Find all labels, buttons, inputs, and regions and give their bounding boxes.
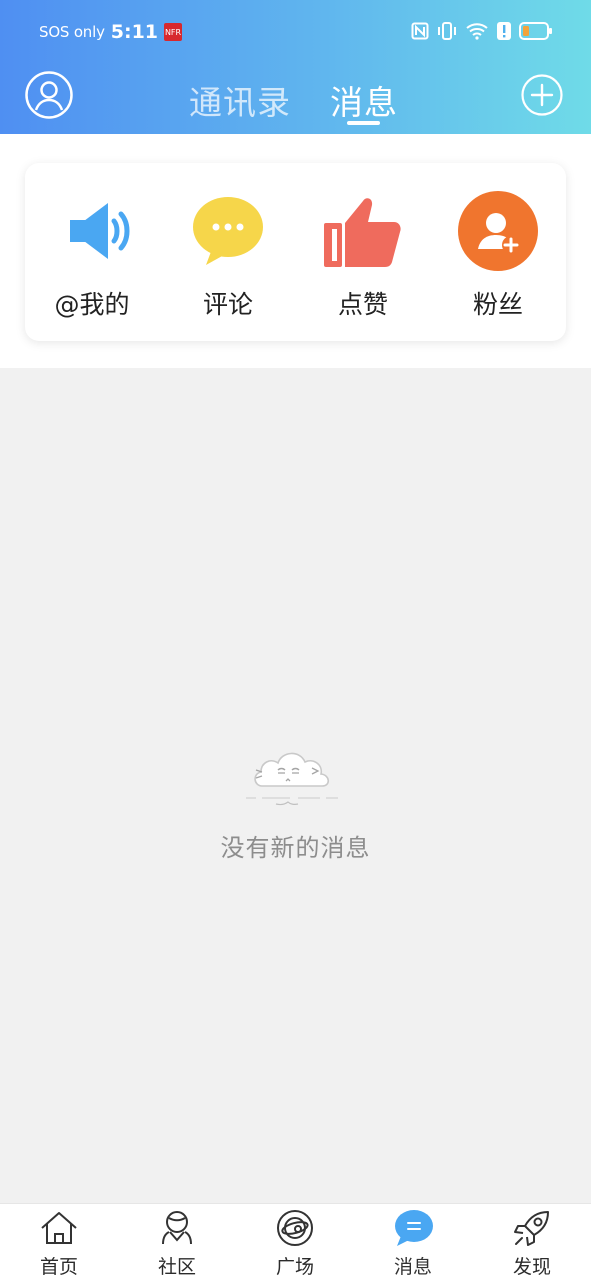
quick-action-label: 点赞 <box>337 290 388 319</box>
megaphone-icon <box>50 189 134 273</box>
tab-contacts[interactable]: 通讯录 <box>189 76 291 124</box>
quick-action-fans[interactable]: 粉丝 <box>438 189 558 319</box>
add-circle-icon <box>521 74 563 116</box>
nav-label: 社区 <box>157 1256 196 1278</box>
quick-action-likes[interactable]: 点赞 <box>303 189 423 319</box>
community-icon <box>155 1206 199 1250</box>
quick-action-comments[interactable]: 评论 <box>168 189 288 319</box>
sleepy-cloud-icon <box>242 734 348 810</box>
planet-icon <box>273 1206 317 1250</box>
header: SOS only 5:11 NFR 通讯录 消息 <box>0 0 591 134</box>
tab-messages[interactable]: 消息 <box>330 76 398 124</box>
vibrate-icon <box>437 21 457 41</box>
empty-state-text: 没有新的消息 <box>220 834 371 862</box>
wifi-icon <box>465 22 489 40</box>
nav-label: 广场 <box>275 1256 314 1278</box>
nav-label: 首页 <box>39 1256 78 1278</box>
quick-action-label: @我的 <box>54 290 130 319</box>
nav-label: 发现 <box>512 1256 551 1278</box>
nav-item-community[interactable]: 社区 <box>132 1206 222 1280</box>
home-icon <box>37 1206 81 1250</box>
nfr-badge: NFR <box>164 23 183 41</box>
status-bar: SOS only 5:11 NFR <box>0 0 591 66</box>
quick-action-label: 评论 <box>202 290 253 319</box>
message-icon <box>391 1206 435 1250</box>
active-tab-indicator <box>347 121 380 125</box>
rocket-icon <box>510 1206 554 1250</box>
time-text: 5:11 <box>110 21 159 43</box>
battery-alert-icon <box>497 22 511 40</box>
nav-label: 消息 <box>393 1256 432 1278</box>
thumbs-up-icon <box>321 189 405 273</box>
carrier-text: SOS only <box>39 23 105 41</box>
quick-action-label: 粉丝 <box>472 290 523 319</box>
nav-item-discover[interactable]: 发现 <box>487 1206 577 1280</box>
quick-actions-card: @我的 评论 点赞 粉丝 <box>25 163 566 341</box>
quick-action-mentions[interactable]: @我的 <box>32 189 152 319</box>
nfc-icon <box>411 22 429 40</box>
bottom-navigation: 首页 社区 广场 消息 发现 <box>0 1203 591 1280</box>
status-right <box>411 21 553 41</box>
add-user-icon <box>456 189 540 273</box>
add-button[interactable] <box>521 74 563 116</box>
nav-item-messages[interactable]: 消息 <box>368 1206 458 1280</box>
battery-icon <box>519 22 553 40</box>
chat-bubble-icon <box>186 189 270 273</box>
status-left: SOS only 5:11 NFR <box>39 21 183 43</box>
nav-item-plaza[interactable]: 广场 <box>250 1206 340 1280</box>
header-tabs: 通讯录 消息 <box>0 70 591 130</box>
nav-item-home[interactable]: 首页 <box>14 1206 104 1280</box>
